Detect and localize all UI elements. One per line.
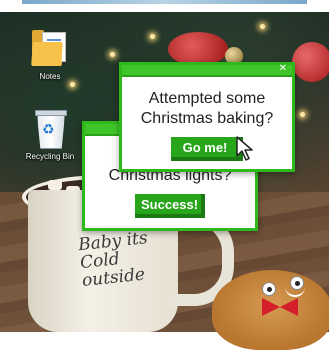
success-button[interactable]: Success! [135, 194, 205, 218]
notes-folder-icon [31, 28, 68, 68]
top-strip [0, 0, 329, 12]
fairy-light [70, 82, 75, 87]
pointer-cursor-icon [236, 136, 253, 161]
fairy-light [300, 112, 305, 117]
popup-window-christmas-baking: ✕ Attempted some Christmas baking? Go me… [119, 62, 295, 172]
cookie-eye [262, 282, 276, 296]
fairy-light [260, 24, 265, 29]
fairy-light [110, 52, 115, 57]
popup-titlebar: ✕ [122, 63, 292, 77]
desktop-icon-recycling-bin[interactable]: ♻ Recycling Bin [18, 110, 82, 161]
mug-text: Baby its Cold outside [77, 228, 149, 292]
desktop-icon-label: Notes [39, 72, 61, 81]
desktop-icon-label: Recycling Bin [25, 152, 75, 161]
fairy-light [150, 34, 155, 39]
cookie-bowtie [262, 298, 298, 316]
marshmallow [48, 180, 62, 190]
red-ornament [168, 32, 228, 66]
desktop-icon-notes[interactable]: Notes [18, 28, 82, 81]
popup-question: Attempted some Christmas baking? [140, 90, 274, 127]
close-icon[interactable]: ✕ [279, 63, 287, 75]
recycle-bin-icon: ♻ [35, 110, 67, 149]
top-band [22, 0, 307, 4]
red-ornament [292, 42, 329, 82]
go-me-button[interactable]: Go me! [171, 137, 243, 161]
